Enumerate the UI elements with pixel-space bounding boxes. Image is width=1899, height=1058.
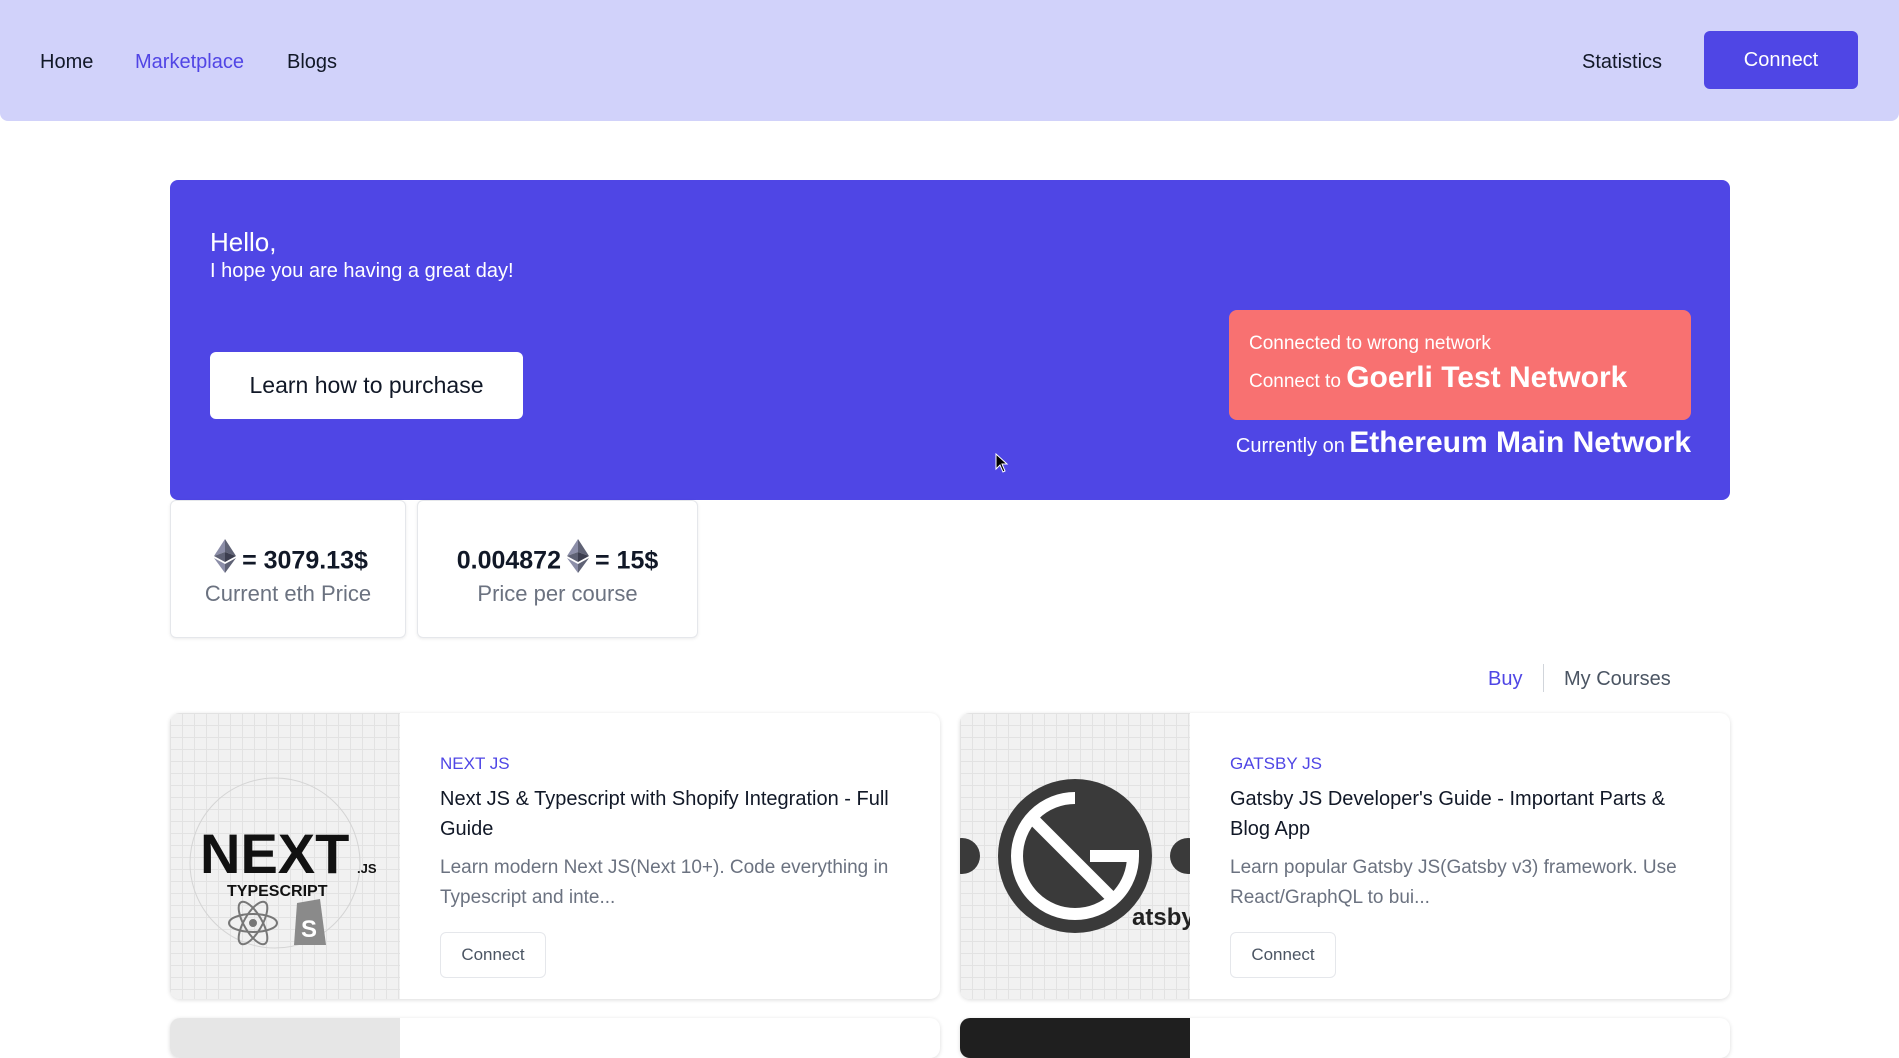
- eth-price-value: = 3079.13$: [242, 546, 368, 575]
- wrong-network-message: Connected to wrong network: [1249, 333, 1491, 354]
- course-card: NEXT .JS TYPESCRIPT S NEXT JS Next JS & …: [170, 713, 940, 999]
- course-card-partial: [960, 1018, 1730, 1058]
- tab-divider: [1543, 664, 1544, 692]
- hero-hello: Hello,: [210, 227, 277, 257]
- course-connect-button[interactable]: Connect: [1230, 932, 1336, 978]
- course-tabs: Buy My Courses: [1480, 664, 1680, 694]
- wrong-network-alert: Connected to wrong network Connect to Go…: [1229, 310, 1691, 420]
- current-network-name: Ethereum Main Network: [1349, 426, 1691, 459]
- eth-price-label: Current eth Price: [204, 581, 372, 606]
- course-price-usd: = 15$: [595, 546, 659, 575]
- course-price-eth: 0.004872: [456, 546, 561, 575]
- course-thumbnail: [170, 1018, 400, 1058]
- ethereum-icon: [567, 539, 589, 581]
- svg-text:NEXT: NEXT: [200, 822, 349, 885]
- course-title[interactable]: Gatsby JS Developer's Guide - Important …: [1230, 784, 1680, 844]
- svg-text:.JS: .JS: [357, 861, 377, 876]
- connect-to-network-line: Connect to Goerli Test Network: [1249, 360, 1671, 400]
- connect-to-prefix: Connect to: [1249, 371, 1341, 392]
- course-card: atsby GATSBY JS Gatsby JS Developer's Gu…: [960, 713, 1730, 999]
- svg-text:atsby: atsby: [1132, 904, 1190, 931]
- course-thumbnail[interactable]: NEXT .JS TYPESCRIPT S: [170, 713, 400, 999]
- ethereum-icon: [214, 539, 237, 581]
- top-navbar: Home Marketplace Blogs Statistics Connec…: [0, 0, 1899, 121]
- current-network-line: Currently on Ethereum Main Network: [1229, 426, 1691, 460]
- target-network-name: Goerli Test Network: [1346, 361, 1628, 394]
- learn-purchase-button[interactable]: Learn how to purchase: [210, 352, 523, 419]
- course-thumbnail: [960, 1018, 1190, 1058]
- hero-banner: Hello, I hope you are having a great day…: [170, 180, 1730, 500]
- course-description: Learn modern Next JS(Next 10+). Code eve…: [440, 857, 889, 908]
- svg-text:TYPESCRIPT: TYPESCRIPT: [227, 883, 328, 900]
- nav-home-link[interactable]: Home: [40, 50, 93, 74]
- course-price-row: 0.004872 = 15$: [418, 539, 697, 585]
- gatsby-logo-icon: atsby: [960, 779, 1206, 933]
- nav-statistics-link[interactable]: Statistics: [1582, 50, 1662, 74]
- course-connect-button[interactable]: Connect: [440, 932, 546, 978]
- eth-price-card: = 3079.13$ Current eth Price: [170, 500, 406, 638]
- current-network-prefix: Currently on: [1235, 435, 1345, 457]
- course-price-card: 0.004872 = 15$ Price per course: [417, 500, 698, 638]
- course-category: NEXT JS: [440, 754, 510, 773]
- course-title[interactable]: Next JS & Typescript with Shopify Integr…: [440, 784, 890, 844]
- course-description: Learn popular Gatsby JS(Gatsby v3) frame…: [1230, 857, 1677, 908]
- hero-greeting: I hope you are having a great day!: [210, 260, 514, 282]
- nav-blogs-link[interactable]: Blogs: [287, 50, 337, 74]
- course-category: GATSBY JS: [1230, 754, 1322, 773]
- connect-wallet-button[interactable]: Connect: [1704, 31, 1858, 89]
- course-card-partial: [170, 1018, 940, 1058]
- nav-marketplace-link[interactable]: Marketplace: [135, 50, 244, 74]
- tab-buy[interactable]: Buy: [1488, 668, 1522, 691]
- course-price-label: Price per course: [477, 581, 638, 606]
- eth-price-row: = 3079.13$: [171, 539, 405, 585]
- svg-text:S: S: [301, 916, 317, 943]
- course-thumbnail[interactable]: atsby: [960, 713, 1206, 999]
- tab-my-courses[interactable]: My Courses: [1564, 668, 1671, 691]
- mouse-cursor-icon: [995, 452, 1009, 478]
- nextjs-logo-icon: NEXT .JS TYPESCRIPT S: [189, 777, 377, 949]
